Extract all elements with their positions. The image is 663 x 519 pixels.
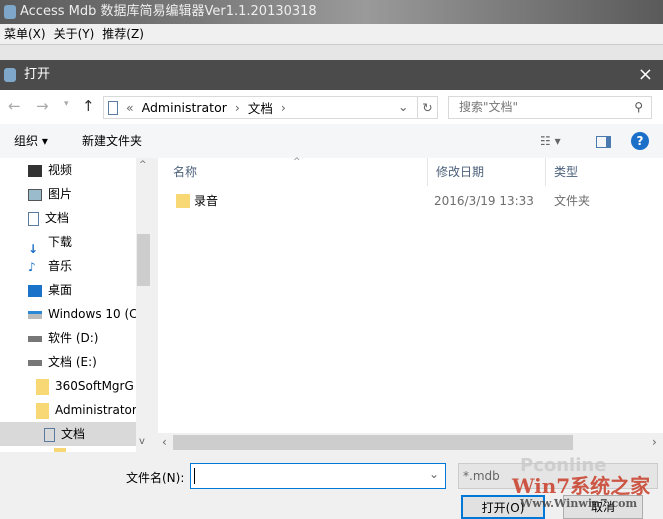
drive-icon [28, 335, 42, 342]
scroll-right-icon[interactable]: › [652, 435, 657, 449]
label: 文档 [45, 211, 70, 225]
filter-value: *.mdb [463, 469, 500, 483]
picture-icon [28, 188, 42, 201]
drive-icon [28, 359, 42, 366]
back-icon[interactable]: ← [8, 97, 21, 115]
recent-dropdown-icon[interactable]: ▾ [64, 99, 69, 109]
text-cursor [194, 468, 195, 484]
sidebar-item-downloads[interactable]: ↓ 下载 [0, 230, 136, 254]
desktop-icon [28, 284, 42, 297]
label: 360SoftMgrG [55, 379, 134, 393]
sidebar-item-music[interactable]: ♪ 音乐 [0, 254, 136, 278]
scroll-left-icon[interactable]: ‹ [162, 435, 167, 449]
breadcrumb-separator[interactable]: › [281, 100, 286, 115]
file-list: 名称 ^ 修改日期 类型 录音 2016/3/19 13:33 文件夹 [158, 157, 663, 433]
address-bar[interactable]: « Administrator › 文档 › ⌄ ↻ [103, 96, 438, 119]
video-icon [28, 164, 42, 177]
sidebar-item-videos[interactable]: 视频 [0, 158, 136, 182]
file-date: 2016/3/19 13:33 [434, 194, 534, 208]
folder-icon [36, 378, 49, 395]
app-title: Access Mdb 数据库简易编辑器Ver1.1.20130318 [20, 4, 317, 19]
organize-button[interactable]: 组织 ▾ [14, 124, 48, 158]
column-date[interactable]: 修改日期 [428, 158, 546, 186]
drive-icon [28, 310, 42, 319]
chevron-down-icon[interactable]: ⌄ [429, 467, 439, 481]
watermark-url: Www.Winwin7.com [520, 497, 638, 510]
app-body [0, 44, 663, 60]
forward-icon[interactable]: → [36, 97, 49, 115]
close-button[interactable]: × [638, 60, 653, 90]
folder-icon [36, 402, 49, 419]
table-row[interactable]: 录音 2016/3/19 13:33 文件夹 [158, 189, 663, 213]
column-name[interactable]: 名称 ^ [165, 157, 428, 186]
menu-about[interactable]: 关于(Y) [54, 24, 95, 44]
label: Administrator [55, 403, 136, 417]
download-icon: ↓ [28, 241, 39, 255]
toolbar: 组织 ▾ 新建文件夹 ☷ ▾ ? [0, 124, 663, 158]
address-dropdown-icon[interactable]: ⌄ [398, 99, 408, 114]
label: 下载 [48, 235, 73, 249]
up-icon[interactable]: ↑ [82, 97, 95, 115]
folder-icon [176, 194, 190, 208]
document-icon [44, 427, 55, 442]
breadcrumb-administrator[interactable]: Administrator [142, 100, 227, 115]
label: 文档 (E:) [48, 355, 97, 369]
filename-input[interactable]: ⌄ [190, 463, 446, 489]
breadcrumb-separator[interactable]: › [235, 100, 240, 115]
horizontal-scrollbar[interactable]: ‹ › [158, 433, 663, 452]
sidebar-item-administrator[interactable]: Administrator [0, 398, 136, 422]
filename-label: 文件名(N): [126, 471, 185, 485]
search-placeholder: 搜索"文档" [459, 100, 519, 114]
sidebar-item-desktop[interactable]: 桌面 [0, 278, 136, 302]
sort-ascending-icon: ^ [293, 157, 301, 167]
label: 名称 [173, 165, 198, 179]
sidebar-scrollbar[interactable]: ^ v [136, 158, 151, 452]
view-options-icon[interactable]: ☷ ▾ [540, 124, 561, 158]
dialog-title: 打开 [24, 67, 51, 82]
label: 桌面 [48, 283, 73, 297]
watermark-win7: Win7系统之家 [512, 474, 651, 498]
preview-pane-icon[interactable] [596, 136, 611, 148]
music-icon: ♪ [28, 259, 36, 274]
app-title-bar: Access Mdb 数据库简易编辑器Ver1.1.20130318 [0, 0, 663, 24]
sidebar-item-drive-c[interactable]: Windows 10 (C [0, 302, 136, 326]
scroll-up-icon[interactable]: ^ [139, 160, 147, 170]
breadcrumb-documents[interactable]: 文档 [248, 98, 273, 117]
refresh-icon[interactable]: ↻ [417, 97, 437, 118]
search-icon: ⚲ [634, 100, 643, 114]
sidebar-item-360softmgr[interactable]: 360SoftMgrG [0, 374, 136, 398]
scroll-down-icon[interactable]: v [139, 436, 145, 447]
sidebar-item-drive-d[interactable]: 软件 (D:) [0, 326, 136, 350]
label: Windows 10 (C [48, 307, 136, 321]
new-folder-button[interactable]: 新建文件夹 [82, 124, 142, 158]
label: 文档 [61, 427, 86, 441]
sidebar-item-documents-selected[interactable]: 文档 [0, 422, 136, 446]
menu-recommend[interactable]: 推荐(Z) [102, 24, 144, 44]
sidebar-item-drive-e[interactable]: 文档 (E:) [0, 350, 136, 374]
file-name: 录音 [194, 194, 219, 208]
navigation-pane: 视频 图片 文档 ↓ 下载 ♪ 音乐 桌面 Windows 10 (C 软件 (D:… [0, 158, 151, 452]
menu-bar: 菜单(X) 关于(Y) 推荐(Z) [0, 24, 663, 44]
label: 软件 (D:) [48, 331, 99, 345]
label: 视频 [48, 163, 73, 177]
scrollbar-thumb[interactable] [173, 435, 573, 450]
help-icon[interactable]: ? [631, 132, 649, 150]
dialog-title-bar: 打开 × [0, 60, 663, 90]
breadcrumb-overflow[interactable]: « [126, 100, 134, 115]
sidebar-item-pictures[interactable]: 图片 [0, 182, 136, 206]
column-type[interactable]: 类型 [546, 158, 663, 186]
document-icon [108, 100, 118, 115]
app-icon [4, 5, 16, 19]
document-icon [28, 211, 39, 226]
file-type: 文件夹 [554, 194, 591, 208]
label: 图片 [48, 187, 73, 201]
label: 音乐 [48, 259, 73, 273]
search-input[interactable]: 搜索"文档" ⚲ [448, 96, 652, 119]
sidebar-item-documents[interactable]: 文档 [0, 206, 136, 230]
menu-menu[interactable]: 菜单(X) [4, 24, 46, 44]
scrollbar-thumb[interactable] [137, 234, 150, 286]
dialog-icon [4, 68, 16, 82]
